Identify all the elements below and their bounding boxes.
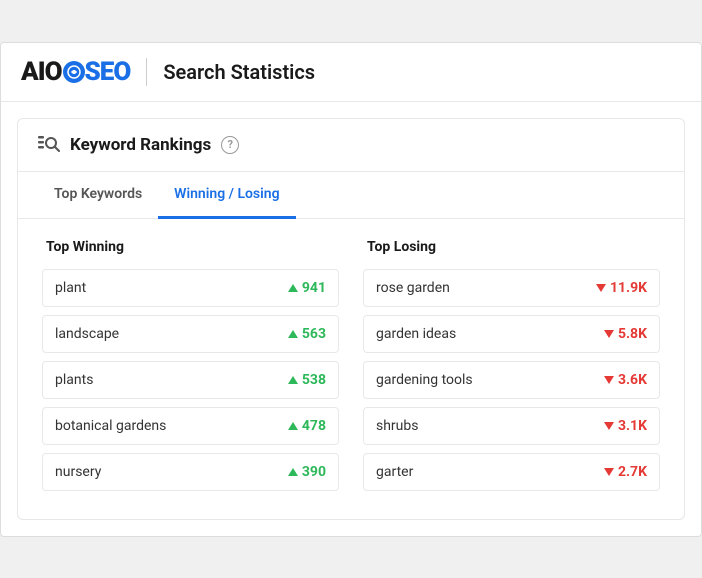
winning-row: landscape 563 (42, 315, 339, 353)
keyword-value: 538 (288, 372, 326, 388)
card-header: Keyword Rankings ? (18, 119, 684, 172)
arrow-up-icon (288, 422, 298, 430)
keyword-value: 390 (288, 464, 326, 480)
column-separator (339, 239, 363, 499)
keyword-name: shrubs (376, 418, 419, 434)
keyword-rankings-card: Keyword Rankings ? Top Keywords Winning … (17, 118, 685, 520)
keyword-name: botanical gardens (55, 418, 166, 434)
winning-row: plant 941 (42, 269, 339, 307)
arrow-up-icon (288, 284, 298, 292)
keyword-name: plants (55, 372, 93, 388)
logo-aio-text: AIO (21, 57, 62, 87)
losing-row: rose garden 11.9K (363, 269, 660, 307)
keyword-value: 11.9K (596, 280, 647, 296)
arrow-down-icon (604, 422, 614, 430)
keyword-name: gardening tools (376, 372, 473, 388)
logo-icon (63, 61, 85, 83)
keyword-value: 2.7K (604, 464, 647, 480)
losing-row: gardening tools 3.6K (363, 361, 660, 399)
logo: AIO SEO (21, 57, 130, 87)
arrow-up-icon (288, 376, 298, 384)
page-title: Search Statistics (163, 60, 315, 84)
keyword-value: 941 (288, 280, 326, 296)
keyword-name: plant (55, 280, 86, 296)
losing-column: Top Losing rose garden 11.9K garden idea… (363, 239, 660, 499)
keyword-value: 478 (288, 418, 326, 434)
losing-row: garter 2.7K (363, 453, 660, 491)
card-title: Keyword Rankings (70, 135, 211, 155)
logo-seo-text: SEO (85, 57, 131, 87)
arrow-down-icon (604, 330, 614, 338)
winning-column: Top Winning plant 941 landscape 563 plan… (42, 239, 339, 499)
keyword-name: rose garden (376, 280, 450, 296)
keyword-value: 5.8K (604, 326, 647, 342)
header: AIO SEO Search Statistics (1, 43, 701, 102)
help-icon[interactable]: ? (221, 136, 239, 154)
arrow-up-icon (288, 468, 298, 476)
keyword-value: 3.6K (604, 372, 647, 388)
losing-row: shrubs 3.1K (363, 407, 660, 445)
arrow-down-icon (604, 376, 614, 384)
main-window: AIO SEO Search Statistics (0, 42, 702, 537)
losing-list: rose garden 11.9K garden ideas 5.8K gard… (363, 269, 660, 491)
winning-row: nursery 390 (42, 453, 339, 491)
arrow-up-icon (288, 330, 298, 338)
winning-row: plants 538 (42, 361, 339, 399)
keyword-name: garter (376, 464, 413, 480)
keyword-value: 3.1K (604, 418, 647, 434)
tab-top-keywords[interactable]: Top Keywords (38, 172, 158, 219)
columns: Top Winning plant 941 landscape 563 plan… (42, 239, 660, 499)
keyword-rankings-icon (38, 136, 60, 154)
losing-row: garden ideas 5.8K (363, 315, 660, 353)
losing-title: Top Losing (363, 239, 660, 255)
winning-row: botanical gardens 478 (42, 407, 339, 445)
keyword-name: nursery (55, 464, 101, 480)
keyword-value: 563 (288, 326, 326, 342)
keyword-name: landscape (55, 326, 119, 342)
winning-list: plant 941 landscape 563 plants 538 botan… (42, 269, 339, 491)
header-divider (146, 58, 147, 86)
winning-title: Top Winning (42, 239, 339, 255)
content-area: Top Winning plant 941 landscape 563 plan… (18, 219, 684, 519)
tabs: Top Keywords Winning / Losing (18, 172, 684, 219)
tab-winning-losing[interactable]: Winning / Losing (158, 172, 295, 219)
arrow-down-icon (596, 284, 606, 292)
keyword-name: garden ideas (376, 326, 456, 342)
arrow-down-icon (604, 468, 614, 476)
